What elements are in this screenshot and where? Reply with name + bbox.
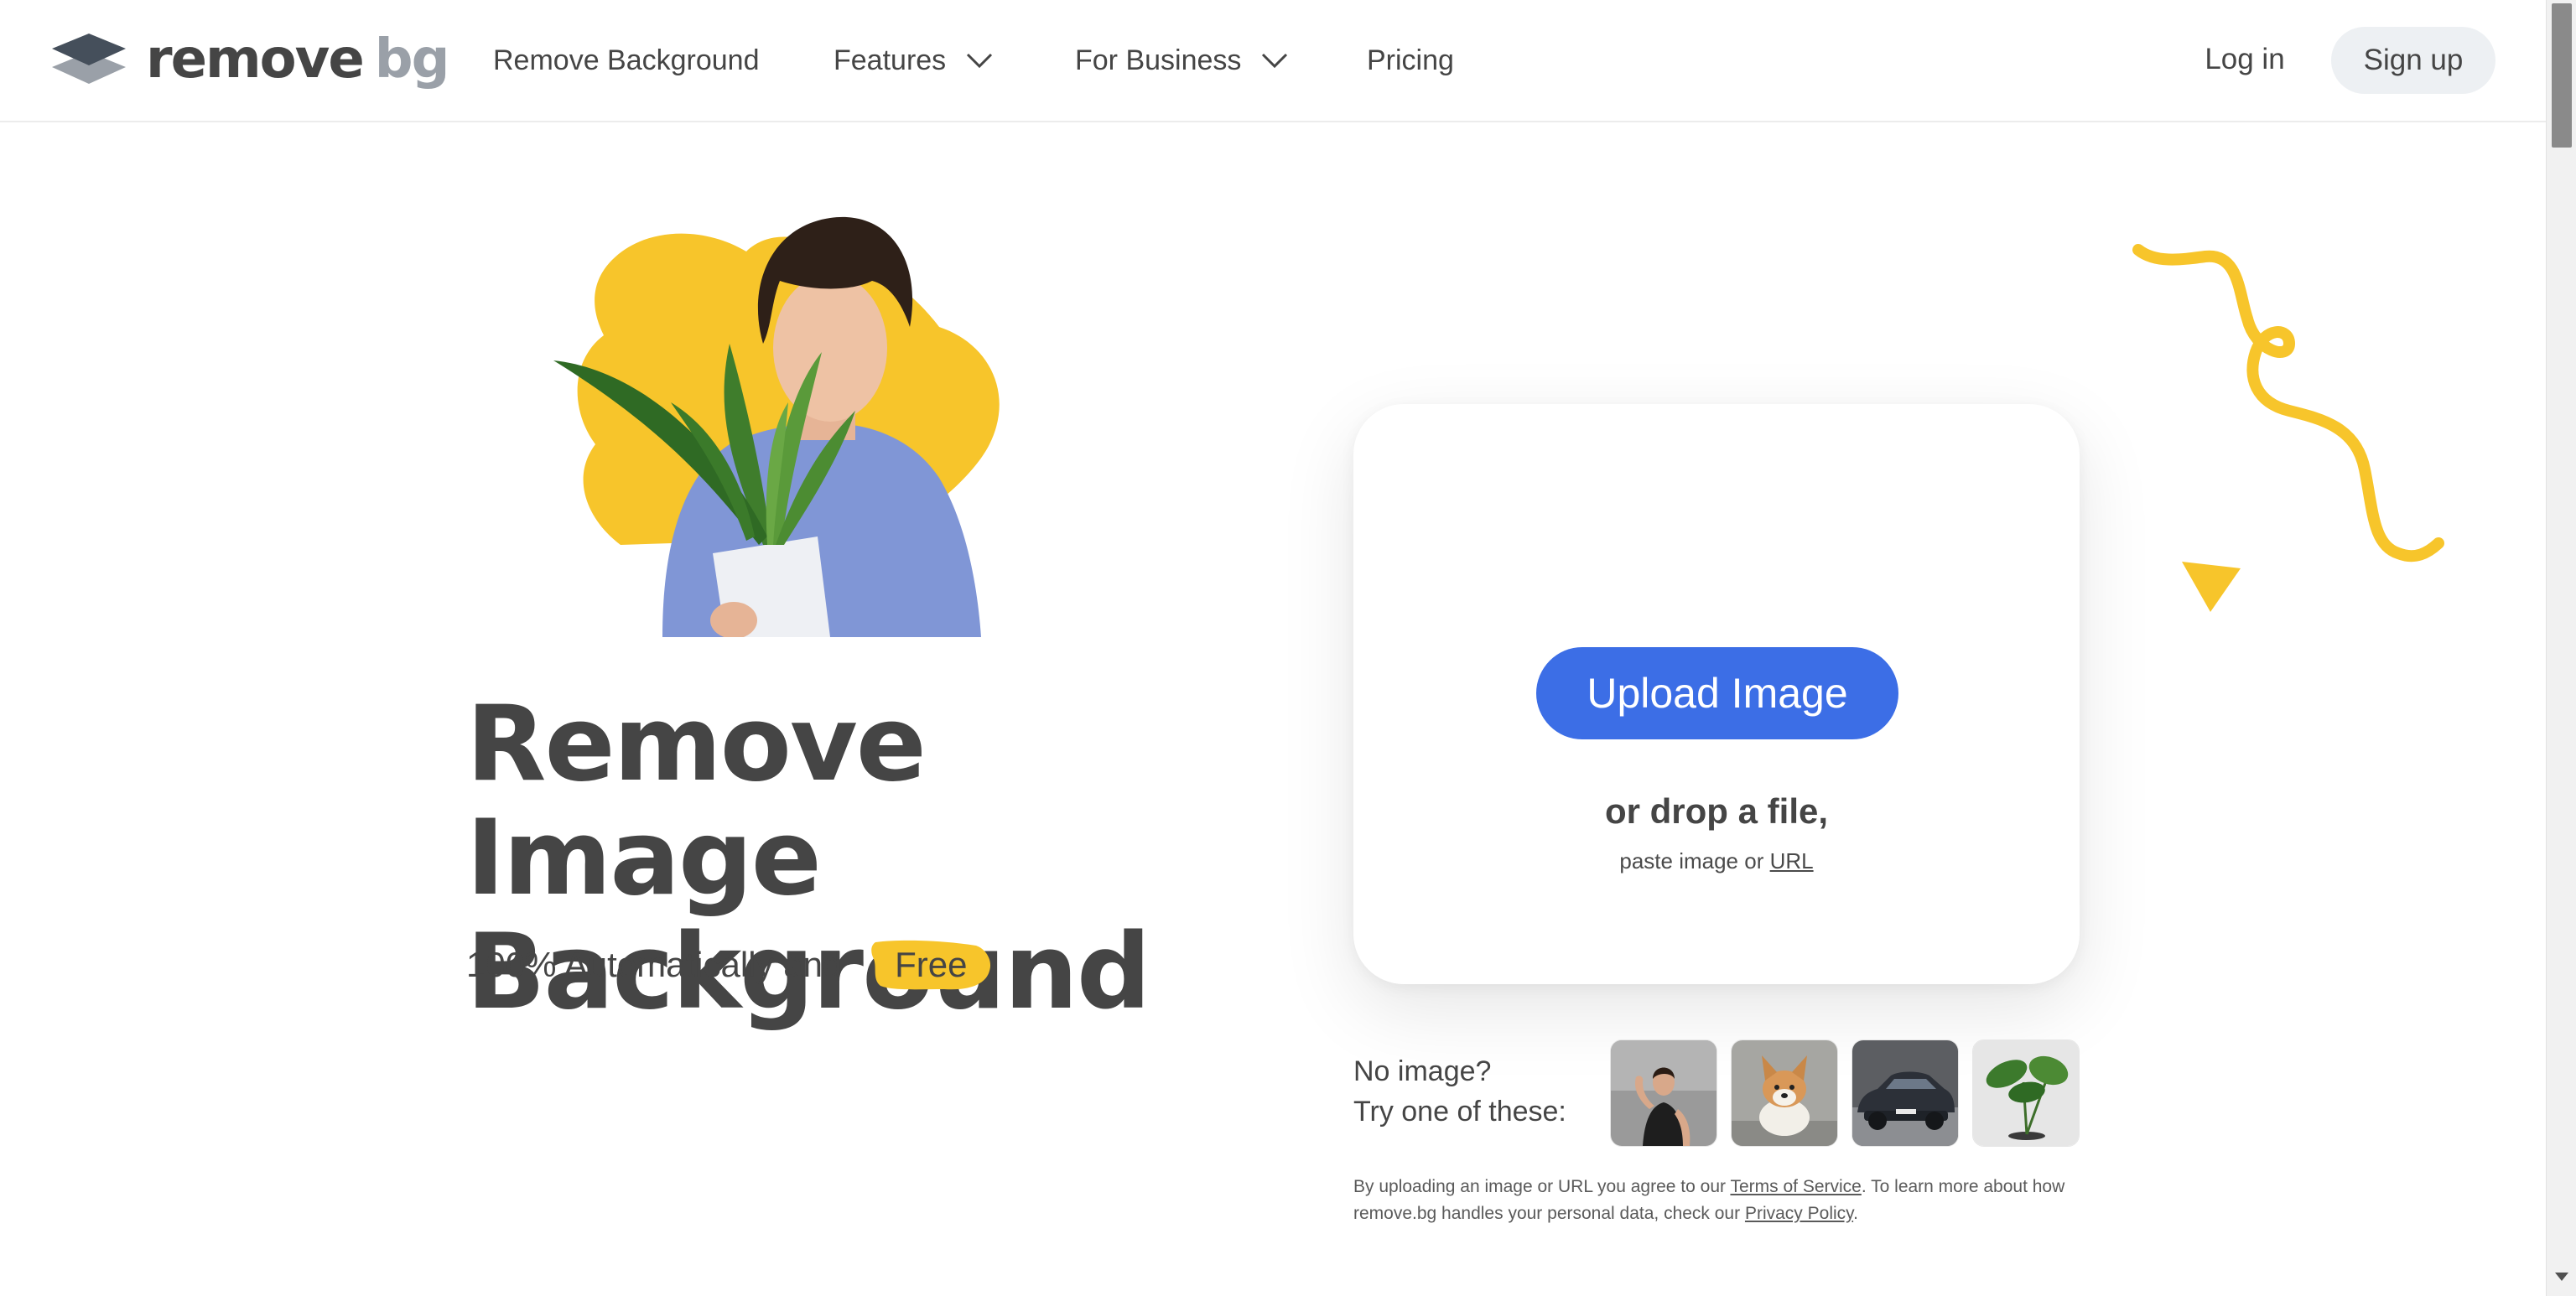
person-head-shape [773,274,887,422]
sample-plant-thumbnail[interactable] [1972,1039,2080,1147]
legal-disclaimer: By uploading an image or URL you agree t… [1353,1174,2091,1227]
paste-hint: paste image or URL [1353,848,2080,874]
brand-logo[interactable]: remove bg [50,30,449,89]
nav-features-label: Features [834,44,947,76]
paste-url-link[interactable]: URL [1770,848,1814,874]
sample-woman-photo-icon [1611,1040,1716,1146]
stacked-layers-logo-icon [52,34,126,84]
chevron-down-icon [1262,53,1288,69]
hero-subtitle: 100% Automatically and Free [466,937,993,993]
upload-dropzone[interactable]: Upload Image or drop a file, paste image… [1353,404,2080,984]
sample-dog-photo-icon [1732,1040,1837,1146]
brand-word-bg: bg [374,29,450,91]
sample-prompt: No image? Try one of these: [1353,1051,1605,1132]
hero-subtitle-text: 100% Automatically and [466,945,843,984]
hero-illustration [553,216,1000,637]
nav-pricing[interactable]: Pricing [1367,39,1454,82]
free-badge: Free [869,937,993,993]
sample-dog-thumbnail[interactable] [1731,1039,1838,1147]
scroll-down-arrow-icon[interactable] [2555,1273,2568,1281]
scrollbar-thumb[interactable] [2552,3,2572,148]
chevron-down-icon [967,53,993,69]
nav-remove-background-label: Remove Background [493,44,760,76]
page-scrollbar[interactable] [2546,0,2576,1296]
disclaimer-text-3: . [1853,1204,1858,1223]
sample-car-photo-icon [1852,1040,1958,1146]
yellow-squiggle-decoration [2132,244,2444,562]
drop-file-text: or drop a file, [1604,791,1829,831]
sample-woman-thumbnail[interactable] [1610,1039,1717,1147]
privacy-policy-link[interactable]: Privacy Policy [1745,1204,1853,1223]
sample-prompt-line2: Try one of these: [1353,1096,1566,1128]
sample-prompt-line1: No image? [1353,1055,1492,1087]
sample-car-thumbnail[interactable] [1852,1039,1959,1147]
brand-wordmark: remove bg [146,33,449,86]
upload-image-button[interactable]: Upload Image [1536,647,1898,739]
brand-word-remove: remove [146,29,365,91]
top-navbar: remove bg Remove Background Features For … [0,0,2546,122]
disclaimer-text-1: By uploading an image or URL you agree t… [1353,1177,1726,1196]
yellow-triangle-decoration [2182,562,2241,612]
sample-plant-photo-icon [1973,1040,2079,1146]
nav-pricing-label: Pricing [1367,44,1454,76]
terms-of-service-link[interactable]: Terms of Service [1730,1177,1861,1196]
signup-button[interactable]: Sign up [2331,27,2496,94]
login-button[interactable]: Log in [2180,34,2309,86]
paste-hint-text: paste image or [1619,848,1764,874]
free-badge-text: Free [895,945,968,984]
nav-for-business-label: For Business [1075,44,1242,76]
hero-title-line1: Remove Image [466,684,927,919]
nav-remove-background[interactable]: Remove Background [493,39,760,82]
nav-for-business[interactable]: For Business [1075,39,1288,82]
nav-features[interactable]: Features [834,39,993,82]
